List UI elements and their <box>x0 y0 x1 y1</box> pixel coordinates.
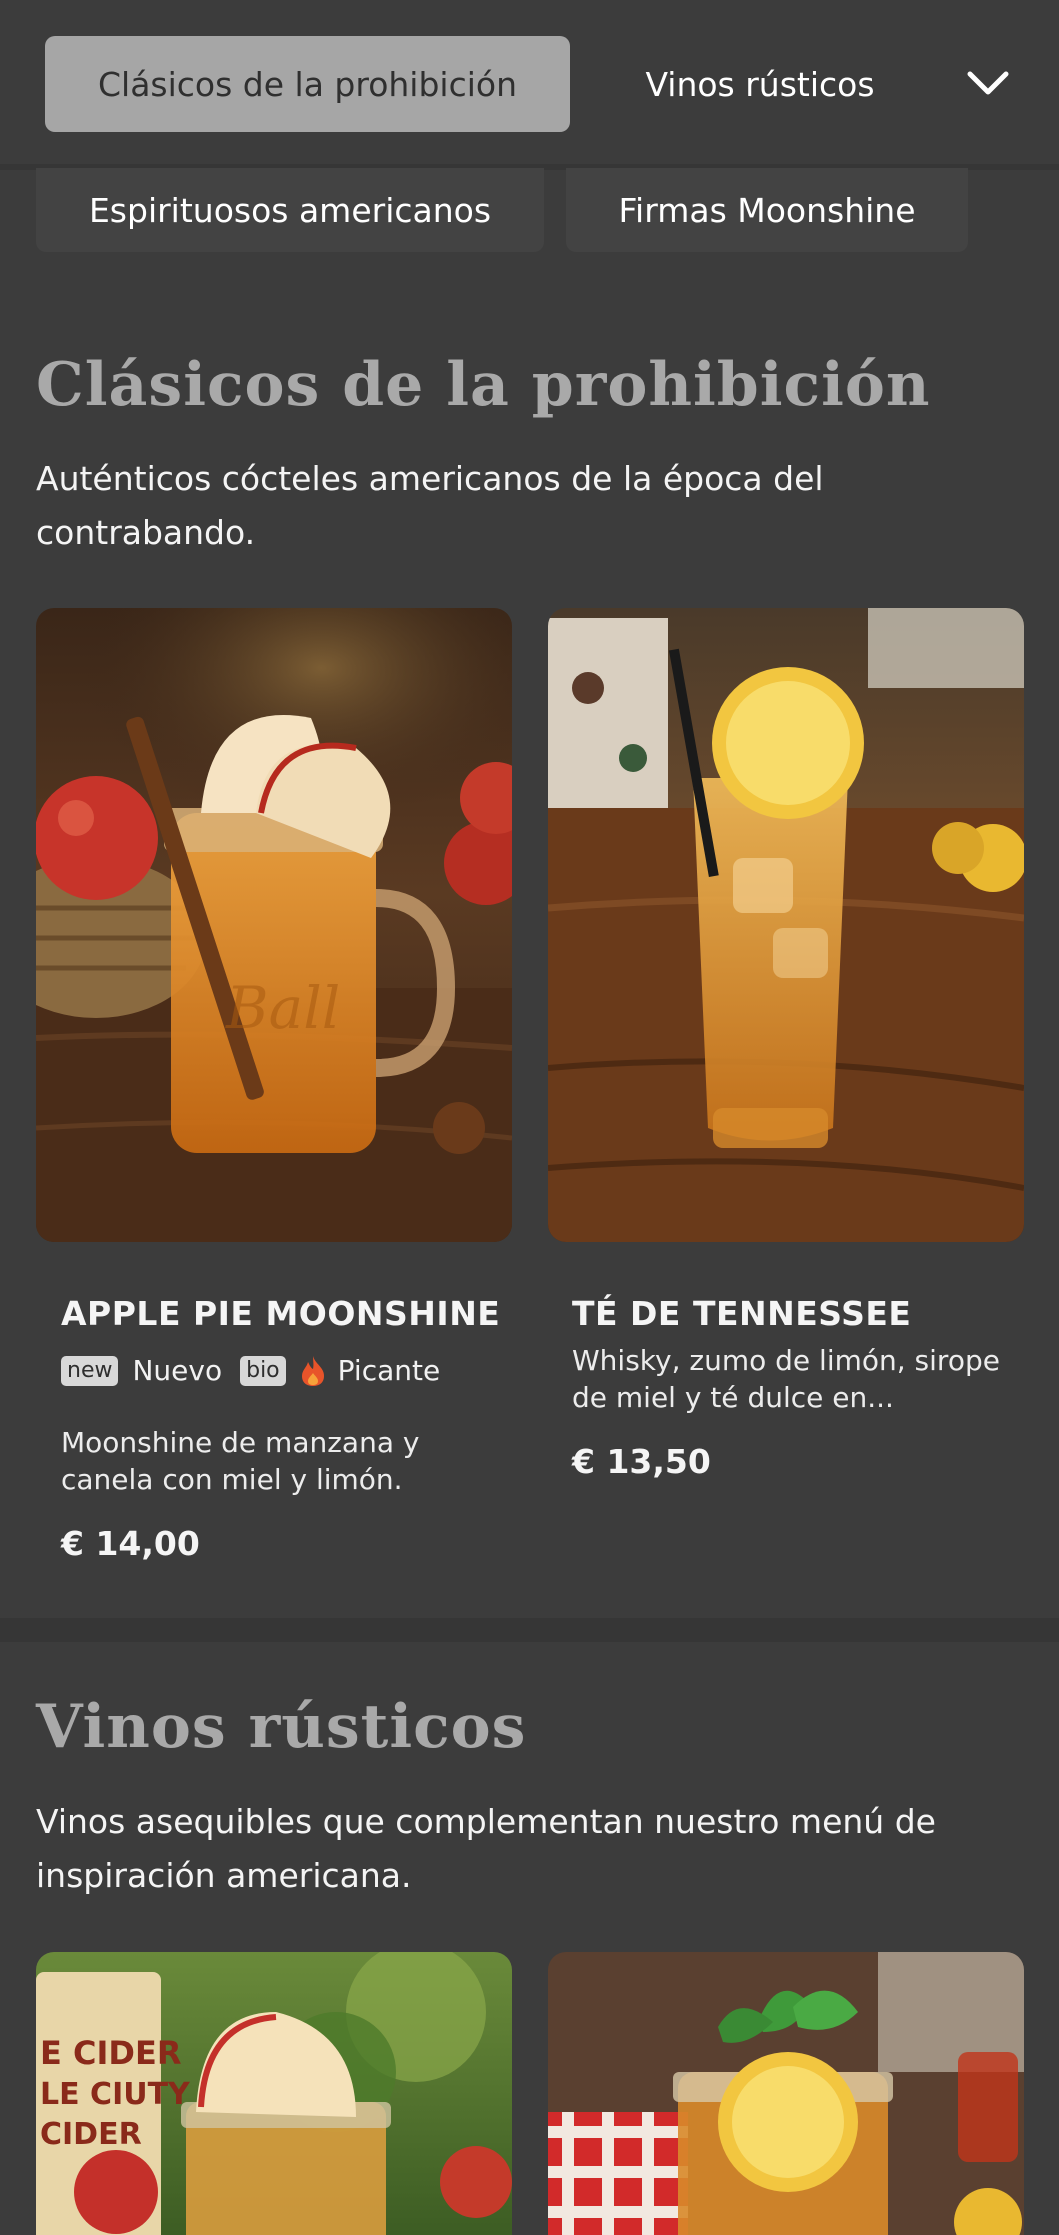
item-price: € 13,50 <box>572 1442 711 1481</box>
section-title: Vinos rústicos <box>36 1692 527 1762</box>
section-description: Auténticos cócteles americanos de la épo… <box>36 459 824 552</box>
item-price: € 14,00 <box>61 1524 200 1563</box>
new-tag: new <box>61 1355 119 1386</box>
apple-pie-moonshine-image[interactable]: Ball <box>36 608 512 1242</box>
spicy-label: Picante <box>337 1354 441 1387</box>
sign-text-3: CIDER <box>40 2117 142 2152</box>
category-chip-active[interactable]: Clásicos de la prohibición <box>45 36 570 132</box>
te-de-tennessee-image[interactable] <box>548 608 1024 1242</box>
cider-image[interactable]: E CIDER LE CIUTY CIDER <box>36 1952 512 2235</box>
new-label: Nuevo <box>132 1354 223 1387</box>
section-separator <box>0 1618 1059 1642</box>
category-chip-espirituosos[interactable]: Espirituosos americanos <box>36 168 544 252</box>
item-name: APPLE PIE MOONSHINE <box>61 1294 501 1333</box>
chevron-down-icon[interactable] <box>960 56 1016 112</box>
category-nav: Clásicos de la prohibición Vinos rústico… <box>0 0 1059 170</box>
flame-icon <box>301 1355 324 1386</box>
bio-tag: bio <box>240 1355 286 1386</box>
jar-embossing: Ball <box>225 974 340 1042</box>
menu-page: Clásicos de la prohibición Vinos rústico… <box>0 0 1059 2235</box>
section-description: Vinos asequibles que complementan nuestr… <box>36 1802 936 1895</box>
section-title: Clásicos de la prohibición <box>36 350 931 420</box>
sign-text-2: LE CIUTY <box>40 2077 191 2112</box>
item-description: Whisky, zumo de limón, sirope de miel y … <box>572 1344 1000 1414</box>
category-chip-moonshine[interactable]: Firmas Moonshine <box>566 168 968 252</box>
category-nav-row: Clásicos de la prohibición Vinos rústico… <box>0 0 1059 164</box>
item-description: Moonshine de manzana y canela con miel y… <box>61 1426 420 1496</box>
item-badges: new Nuevo bio Picante <box>61 1354 458 1387</box>
sign-text-1: E CIDER <box>40 2034 181 2072</box>
category-chip-vinos[interactable]: Vinos rústicos <box>600 36 920 132</box>
item-name: TÉ DE TENNESSEE <box>572 1294 912 1333</box>
lemon-drink-image[interactable] <box>548 1952 1024 2235</box>
